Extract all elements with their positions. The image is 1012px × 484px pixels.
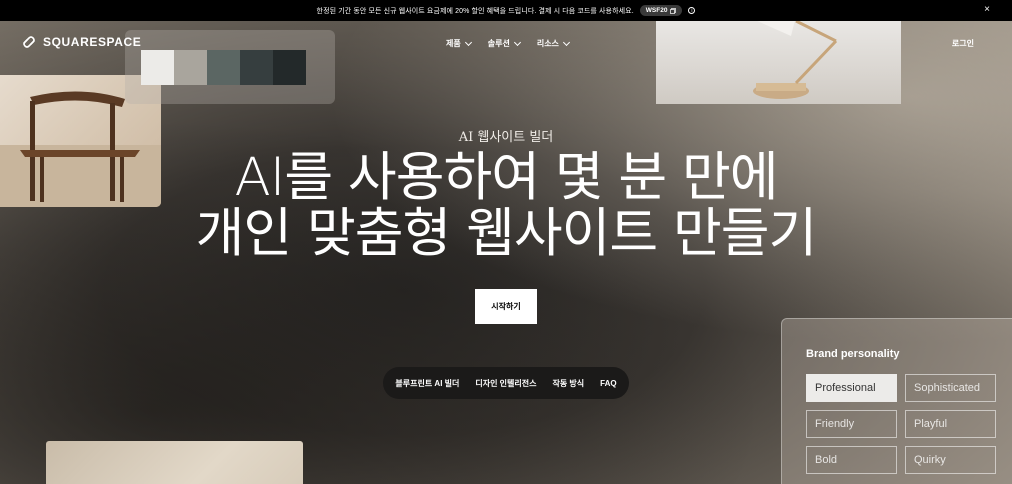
hero-title-line1: AI를 사용하여 몇 분 만에 bbox=[234, 147, 778, 208]
section-nav-item[interactable]: 디자인 인텔리전스 bbox=[475, 378, 536, 389]
brand-personality-title: Brand personality bbox=[806, 348, 900, 360]
option-quirky[interactable]: Quirky bbox=[905, 446, 996, 474]
hero-eyebrow: AI 웹사이트 빌더 bbox=[458, 130, 554, 145]
squarespace-logo-icon bbox=[23, 36, 35, 48]
chevron-down-icon bbox=[562, 38, 570, 46]
copy-icon bbox=[670, 7, 677, 14]
announcement-text: 한정된 기간 동안 모든 신규 웹사이트 요금제에 20% 할인 혜택을 드립니… bbox=[316, 7, 634, 15]
logo-text: SQUARESPACE bbox=[43, 35, 142, 49]
option-bold[interactable]: Bold bbox=[806, 446, 897, 474]
nav-label: 리소스 bbox=[536, 39, 559, 48]
chevron-down-icon bbox=[513, 38, 521, 46]
section-nav: 블루프린트 AI 빌더 디자인 인텔리전스 작동 방식 FAQ bbox=[383, 367, 629, 399]
get-started-button[interactable]: 시작하기 bbox=[475, 289, 537, 324]
option-sophisticated[interactable]: Sophisticated bbox=[905, 374, 996, 402]
nav-item-products[interactable]: 제품 bbox=[446, 38, 472, 49]
nav-item-resources[interactable]: 리소스 bbox=[536, 38, 570, 49]
announcement-bar: 한정된 기간 동안 모든 신규 웹사이트 요금제에 20% 할인 혜택을 드립니… bbox=[0, 0, 1012, 21]
nav-item-solutions[interactable]: 솔루션 bbox=[487, 38, 521, 49]
option-friendly[interactable]: Friendly bbox=[806, 410, 897, 438]
promo-code: WSF20 bbox=[645, 7, 668, 14]
section-nav-item[interactable]: FAQ bbox=[600, 379, 616, 388]
main-nav: 제품 솔루션 리소스 bbox=[446, 38, 570, 49]
nav-label: 제품 bbox=[446, 39, 461, 48]
chevron-down-icon bbox=[464, 38, 472, 46]
logo[interactable]: SQUARESPACE bbox=[21, 34, 141, 50]
promo-code-button[interactable]: WSF20 bbox=[639, 5, 683, 16]
section-nav-item[interactable]: 블루프린트 AI 빌더 bbox=[395, 378, 459, 389]
site-header: SQUARESPACE 제품 솔루션 리소스 로그인 bbox=[0, 21, 1012, 65]
section-nav-item[interactable]: 작동 방식 bbox=[552, 378, 584, 389]
hero-title-line2: 개인 맞춤형 웹사이트 만들기 bbox=[195, 203, 818, 264]
option-professional[interactable]: Professional bbox=[806, 374, 897, 402]
hero-title: AI를 사용하여 몇 분 만에 개인 맞춤형 웹사이트 만들기 bbox=[0, 150, 1012, 262]
option-playful[interactable]: Playful bbox=[905, 410, 996, 438]
info-icon[interactable]: i bbox=[688, 7, 696, 14]
bottom-image bbox=[46, 441, 303, 484]
brand-personality-panel: Brand personality Professional Sophistic… bbox=[781, 318, 1012, 484]
close-icon[interactable]: × bbox=[984, 5, 990, 15]
login-link[interactable]: 로그인 bbox=[952, 38, 974, 49]
nav-label: 솔루션 bbox=[487, 39, 510, 48]
